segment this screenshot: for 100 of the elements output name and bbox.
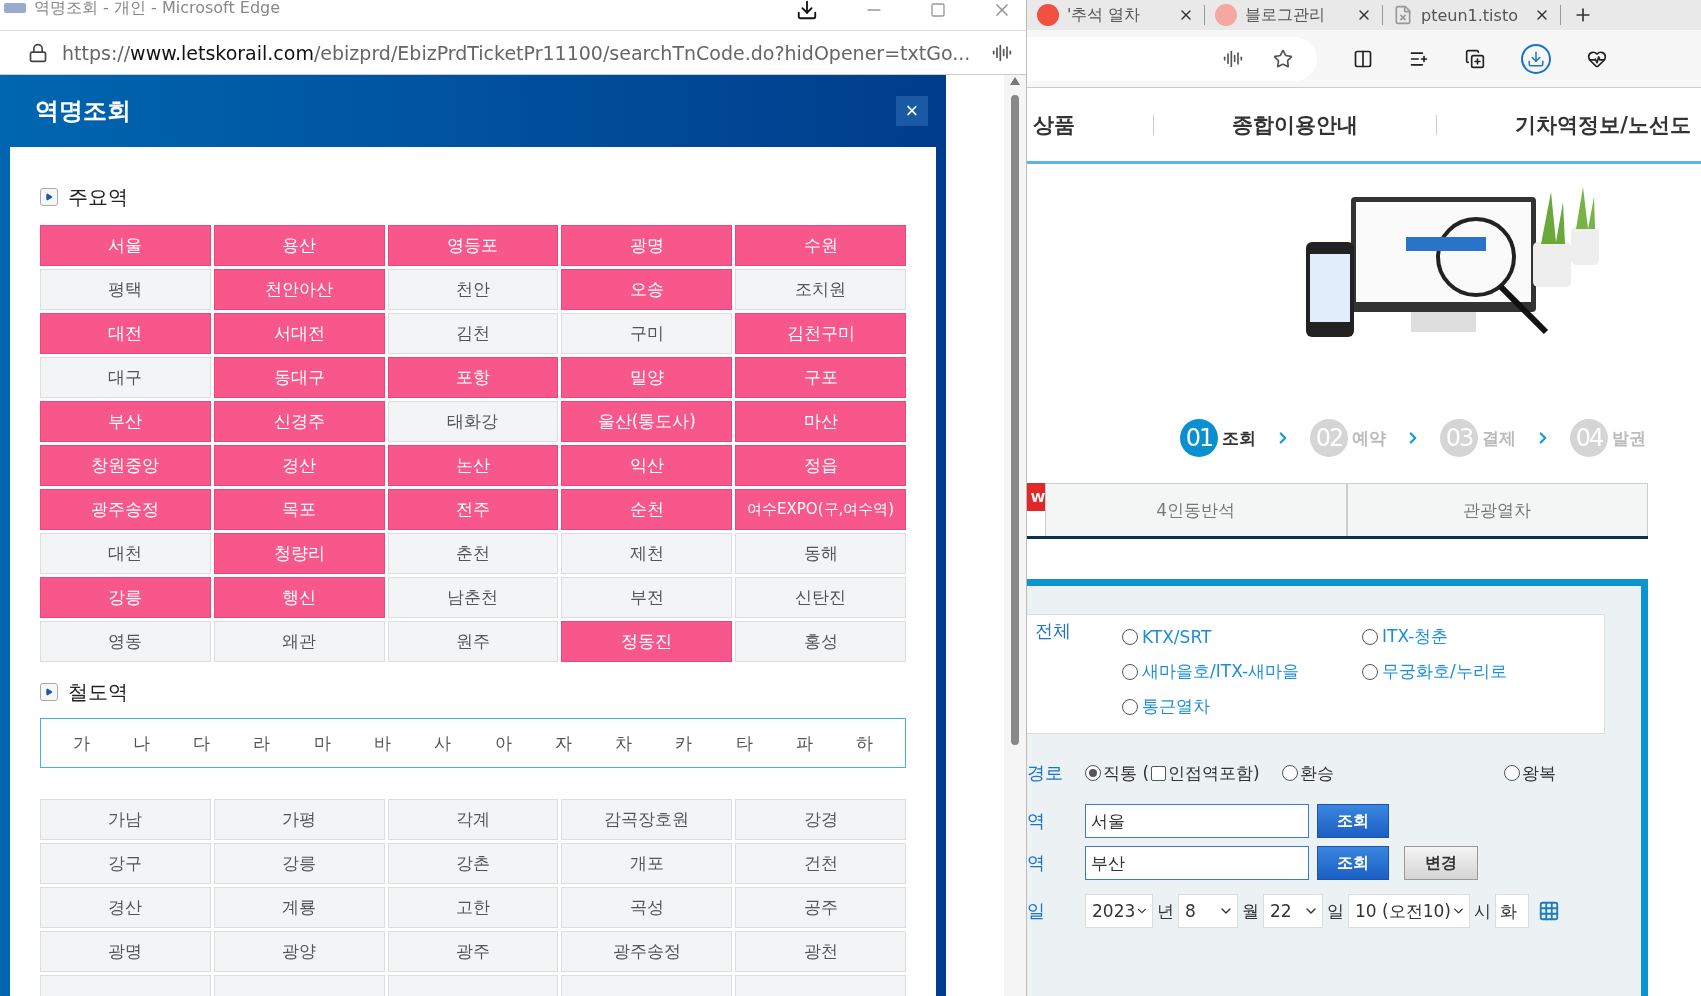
- train-type-option[interactable]: 새마을호/ITX-새마을: [1122, 654, 1362, 689]
- nav-link[interactable]: 상품: [1033, 110, 1075, 139]
- scrollbar[interactable]: [1004, 75, 1026, 996]
- route-option[interactable]: 환승: [1281, 761, 1334, 785]
- station-button[interactable]: 부전: [561, 577, 733, 618]
- station-button[interactable]: 각계: [387, 799, 559, 840]
- station-button[interactable]: 대구: [40, 357, 211, 398]
- tab-favicon: [1215, 4, 1237, 26]
- station-button[interactable]: 계룡: [213, 887, 385, 928]
- station-button[interactable]: 원주: [387, 621, 559, 662]
- calendar-icon[interactable]: [1538, 900, 1560, 922]
- station-button[interactable]: 공주: [735, 887, 906, 928]
- initial-link[interactable]: 아: [494, 731, 512, 755]
- download-icon[interactable]: [796, 0, 818, 21]
- field-label: 경로: [1027, 762, 1063, 783]
- initial-link[interactable]: 다: [193, 731, 211, 755]
- initial-link[interactable]: 사: [434, 731, 452, 755]
- station-button[interactable]: 가남: [40, 799, 211, 840]
- read-aloud-icon[interactable]: [1223, 48, 1243, 69]
- station-button[interactable]: 광양: [213, 931, 385, 972]
- browser-tab[interactable]: '추석 열차: [1027, 5, 1205, 25]
- route-option[interactable]: 왕복: [1503, 761, 1556, 785]
- initial-link[interactable]: 바: [374, 731, 392, 755]
- station-button[interactable]: 경산: [40, 887, 211, 928]
- search-button[interactable]: 조회: [1317, 804, 1389, 838]
- day-select[interactable]: 22: [1263, 894, 1323, 928]
- health-icon[interactable]: [1587, 48, 1607, 69]
- station-button[interactable]: 강촌: [387, 843, 559, 884]
- scroll-up-icon[interactable]: [1010, 77, 1020, 85]
- initial-link[interactable]: 카: [675, 731, 693, 755]
- search-button[interactable]: 조회: [1317, 846, 1389, 880]
- station-button[interactable]: 광주: [387, 931, 559, 972]
- dialog-title: 역명조회: [35, 95, 131, 127]
- field-label: 역: [1027, 852, 1045, 873]
- route-option[interactable]: 직통 (: [1085, 761, 1150, 785]
- station-button[interactable]: 제천: [561, 533, 733, 574]
- field-label: 역: [1027, 810, 1045, 831]
- station-button[interactable]: 가평: [213, 799, 385, 840]
- nearby-checkbox[interactable]: 인접역포함): [1151, 761, 1260, 785]
- initial-link[interactable]: 파: [796, 731, 813, 755]
- train-type-option[interactable]: 무궁화호/누리로: [1362, 654, 1604, 689]
- close-button[interactable]: ×: [896, 96, 928, 126]
- initial-link[interactable]: 나: [132, 731, 150, 755]
- new-badge: W: [1027, 483, 1045, 511]
- station-button[interactable]: 곡성: [561, 887, 733, 928]
- service-tab[interactable]: 관광열차: [1346, 483, 1648, 536]
- station-button[interactable]: 홍성: [735, 621, 906, 662]
- train-type-option[interactable]: ITX-청춘: [1362, 619, 1604, 654]
- station-button[interactable]: 영동: [40, 621, 211, 662]
- station-button[interactable]: 왜관: [213, 621, 385, 662]
- station-button[interactable]: 광명: [40, 931, 211, 972]
- station-button[interactable]: 구미: [561, 313, 733, 354]
- station-button[interactable]: 평택: [40, 269, 211, 310]
- station-button[interactable]: 광주송정: [561, 931, 733, 972]
- station-button[interactable]: 춘천: [387, 533, 559, 574]
- train-type-option[interactable]: 통근열차: [1122, 689, 1362, 724]
- initial-link[interactable]: 가: [72, 731, 90, 755]
- station-button[interactable]: 강구: [40, 843, 211, 884]
- step-number: 01: [1180, 419, 1218, 457]
- initial-link[interactable]: 타: [735, 731, 753, 755]
- station-button[interactable]: 건천: [735, 843, 906, 884]
- station-button[interactable]: 광천: [735, 931, 906, 972]
- service-tab[interactable]: 4인동반석: [1045, 483, 1347, 536]
- read-aloud-icon[interactable]: [992, 42, 1012, 63]
- month-select[interactable]: 8: [1178, 894, 1238, 928]
- station-button[interactable]: 대천: [40, 533, 211, 574]
- browser-tab[interactable]: pteun1.tisto: [1383, 5, 1561, 25]
- browser-tab[interactable]: 블로그관리: [1205, 5, 1383, 25]
- station-button[interactable]: 신탄진: [735, 577, 906, 618]
- hour-select[interactable]: 10 (오전10): [1348, 894, 1470, 928]
- arrival-field[interactable]: 부산: [1085, 846, 1309, 880]
- url-text: https://www.letskorail.com/ebizprd/EbizPrdTicketPr11100/searchTnCode.do?hidOpener=txtGo...: [62, 41, 972, 64]
- initial-link[interactable]: 마: [313, 731, 331, 755]
- nav-link[interactable]: 기차역정보/노선도: [1515, 110, 1691, 139]
- window-title: 역명조회 - 개인 - Microsoft Edge: [34, 0, 281, 19]
- swap-button[interactable]: 변경: [1404, 846, 1478, 880]
- step-label: 결제: [1482, 426, 1516, 450]
- station-button[interactable]: 고한: [387, 887, 559, 928]
- collections-icon[interactable]: [1465, 48, 1485, 69]
- departure-field[interactable]: 서울: [1085, 804, 1309, 838]
- initial-link[interactable]: 자: [554, 731, 572, 755]
- station-button[interactable]: 조치원: [735, 269, 906, 310]
- nav-link[interactable]: 종합이용안내: [1232, 110, 1359, 139]
- station-button[interactable]: 감곡장호원: [561, 799, 733, 840]
- favorite-star-icon[interactable]: [1273, 48, 1293, 69]
- unit-label: 일: [1327, 899, 1344, 923]
- station-button[interactable]: 남춘천: [387, 577, 559, 618]
- initial-link[interactable]: 하: [856, 731, 874, 755]
- initial-link[interactable]: 차: [615, 731, 633, 755]
- train-type-option[interactable]: KTX/SRT: [1122, 619, 1362, 654]
- split-screen-icon[interactable]: [1353, 48, 1373, 69]
- initial-link[interactable]: 라: [253, 731, 271, 755]
- station-button[interactable]: 동해: [735, 533, 906, 574]
- station-button[interactable]: 김천: [387, 313, 559, 354]
- year-select[interactable]: 2023: [1085, 894, 1153, 928]
- station-button[interactable]: 천안: [387, 269, 559, 310]
- station-button[interactable]: 강릉: [213, 843, 385, 884]
- station-button[interactable]: 개포: [561, 843, 733, 884]
- station-button[interactable]: 강경: [735, 799, 906, 840]
- station-button[interactable]: 태화강: [387, 401, 559, 442]
